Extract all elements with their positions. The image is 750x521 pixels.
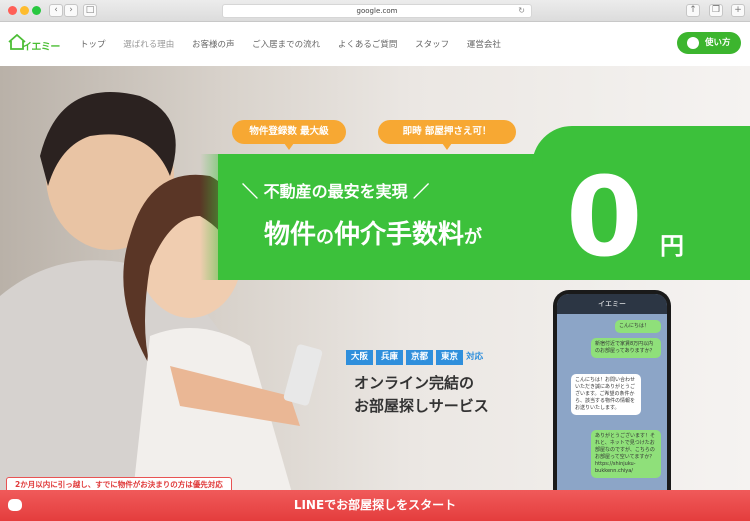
site-logo[interactable]: イエミー [8,32,66,58]
service-tagline: オンライン完結の お部屋探しサービス [354,372,489,418]
pill-reservation-label: 即時 部屋押さえ可！ [402,126,492,137]
pill-listings-label: 物件登録数 最大級 [249,126,329,137]
share-icon[interactable]: ↑ [686,4,700,17]
tabs-overview-icon[interactable]: ❐ [709,4,723,17]
city-badge-osaka: 大阪 [346,350,374,365]
maximize-window-icon[interactable] [32,6,41,15]
reload-icon[interactable]: ↻ [518,5,525,17]
back-button[interactable]: ‹ [49,4,63,17]
chat-title: イエミー [557,294,667,314]
headline-ga: が [464,227,483,248]
minimize-window-icon[interactable] [20,6,29,15]
pill-tail [284,143,294,150]
leaf-icon [687,37,699,49]
headline-part2: 仲介手数料 [334,220,465,250]
city-badge-tokyo: 東京 [436,350,464,365]
new-tab-icon[interactable]: + [731,4,745,17]
hero-section: 物件登録数 最大級 即時 部屋押さえ可！ ＼ 不動産の最安を実現 ／ 物件の仲介… [0,66,750,521]
address-bar-url: google.com [356,7,398,15]
close-window-icon[interactable] [8,6,17,15]
chat-screen: イエミー こんにちは！ 新宿付近で家賃8万円以内のお部屋ってありますか？ こんに… [557,294,667,521]
address-bar[interactable]: google.com ↻ [222,4,532,18]
nav-item-top[interactable]: トップ [80,40,106,50]
nav-item-flow[interactable]: ご入居までの流れ [252,40,320,50]
headline-part1: 物件 [264,220,317,250]
howto-button[interactable]: 使い方 [677,32,741,54]
city-badge-hyogo: 兵庫 [376,350,404,365]
nav-item-reasons[interactable]: 選ばれる理由 [123,40,174,50]
howto-label: 使い方 [705,38,731,48]
city-badges: 大阪 兵庫 京都 東京 対応 [346,344,484,365]
phone-mockup: イエミー こんにちは！ 新宿付近で家賃8万円以内のお部屋ってありますか？ こんに… [553,290,671,521]
line-icon [8,499,22,511]
sidebar-toggle-icon[interactable]: □ [83,4,97,17]
forward-button[interactable]: › [64,4,78,17]
city-badge-kyoto: 京都 [406,350,434,365]
yen-label: 円 [660,232,684,260]
main-nav: トップ 選ばれる理由 お客様の声 ご入居までの流れ よくあるご質問 スタッフ 運… [80,38,516,50]
service-line1: オンライン完結の [354,374,475,392]
headline-subtitle: ＼ 不動産の最安を実現 ／ [242,182,430,201]
pill-tail [442,143,452,150]
feature-pill-reservation: 即時 部屋押さえ可！ [378,120,516,150]
line-start-button[interactable]: LINEでお部屋探しをスタート [0,490,750,521]
headline-no: の [316,227,335,248]
nav-item-staff[interactable]: スタッフ [415,40,449,50]
nav-item-voices[interactable]: お客様の声 [192,40,235,50]
city-support-label: 対応 [466,352,484,362]
browser-toolbar: ‹ › □ google.com ↻ ↑ ❐ + [0,0,750,22]
logo-text: イエミー [22,42,60,53]
feature-pill-listings: 物件登録数 最大級 [232,120,346,150]
chat-message: こんにちは！お問い合わせいただき誠にありがとうございます。ご希望の条件から、該当… [571,374,641,415]
nav-item-company[interactable]: 運営会社 [467,40,501,50]
chat-message: 新宿付近で家賃8万円以内のお部屋ってありますか？ [591,338,661,358]
service-line2: お部屋探しサービス [354,397,489,415]
cta-label: LINEでお部屋探しをスタート [293,498,457,512]
site-header: イエミー トップ 選ばれる理由 お客様の声 ご入居までの流れ よくあるご質問 ス… [0,22,750,66]
chat-message: ありがとうございます！それと、ネットで見つけたお部屋なのですが、こちらのお部屋っ… [591,430,661,478]
chat-message: こんにちは！ [615,320,661,333]
zero-figure: 0 [566,153,643,281]
headline-title: 物件の仲介手数料が [264,214,482,251]
nav-item-faq[interactable]: よくあるご質問 [338,40,398,50]
